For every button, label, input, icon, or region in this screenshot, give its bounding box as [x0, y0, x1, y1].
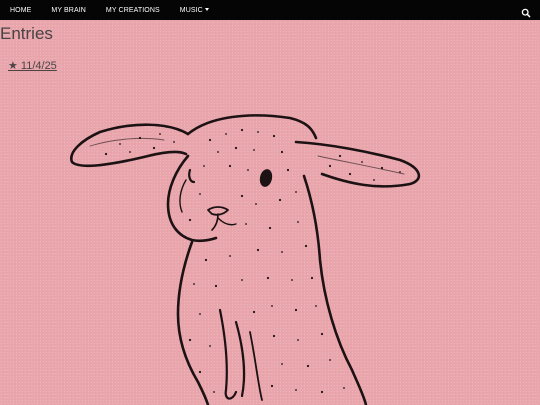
top-navbar: HOME MY BRAIN MY CREATIONS MUSIC: [0, 0, 540, 20]
page-title: Entries: [0, 24, 53, 43]
entry-link[interactable]: ★ 11/4/25: [8, 59, 57, 72]
nav-home-link[interactable]: HOME: [10, 7, 31, 14]
nav-music-dropdown[interactable]: MUSIC: [180, 7, 209, 14]
rabbit-illustration: [70, 114, 421, 405]
search-icon[interactable]: [521, 5, 531, 18]
nav-my-brain-link[interactable]: MY BRAIN: [51, 7, 86, 14]
nav-my-creations-link[interactable]: MY CREATIONS: [106, 7, 160, 14]
rabbit-fur-speckles: [104, 128, 401, 394]
rabbit-outline: [70, 114, 421, 405]
caret-down-icon: [204, 7, 209, 11]
nav-music-label: MUSIC: [179, 6, 203, 14]
